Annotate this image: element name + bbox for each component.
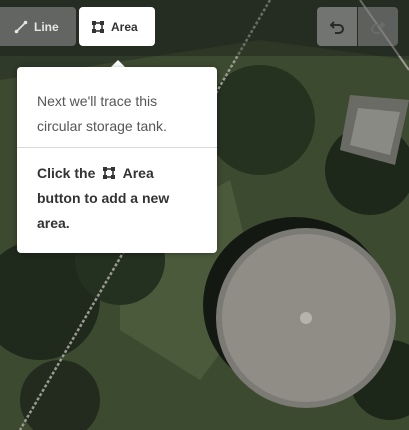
instruction-area: Area xyxy=(122,165,154,181)
tooltip-instruction: Click the Area button to add a new area. xyxy=(17,148,217,236)
undo-button[interactable] xyxy=(317,7,357,46)
area-icon xyxy=(92,20,104,33)
undo-icon xyxy=(329,20,344,34)
line-button-label: Line xyxy=(34,19,59,34)
area-button-label: Area xyxy=(111,19,138,34)
line-icon xyxy=(14,20,28,33)
walkthrough-tooltip: Next we'll trace this circular storage t… xyxy=(17,67,217,253)
instruction-after: button to add a new area. xyxy=(37,190,170,231)
area-icon xyxy=(103,167,116,179)
redo-icon xyxy=(371,20,386,34)
line-button[interactable]: Line xyxy=(0,7,76,46)
area-button[interactable]: Area xyxy=(79,7,155,46)
redo-button[interactable] xyxy=(358,7,398,46)
instruction-before: Click the xyxy=(37,165,96,181)
tooltip-body: Next we'll trace this circular storage t… xyxy=(37,93,167,134)
